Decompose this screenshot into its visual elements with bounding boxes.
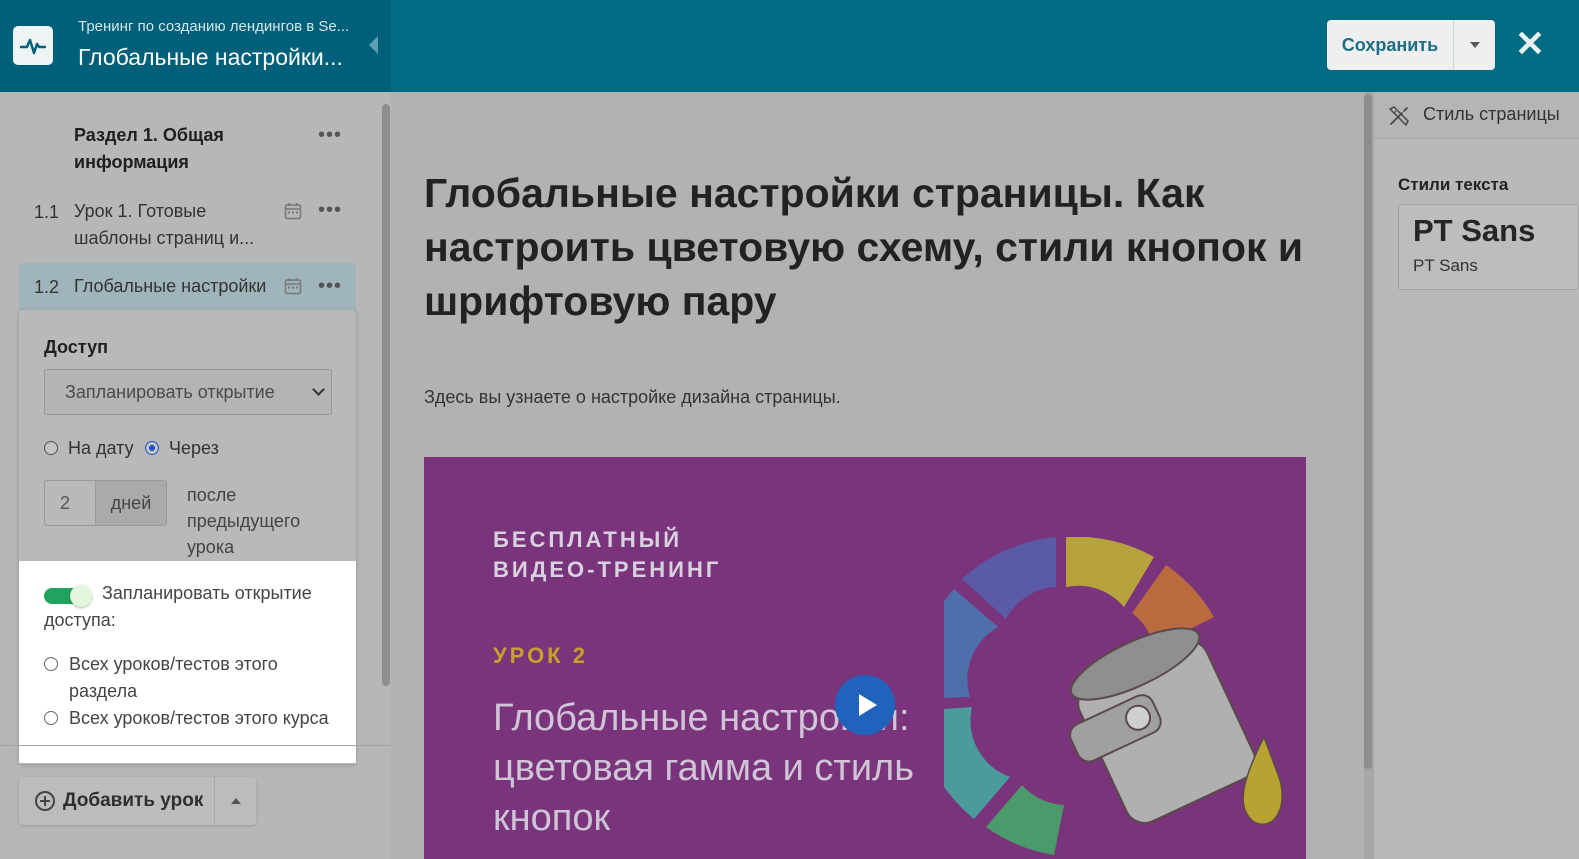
video-player[interactable]: БЕСПЛАТНЫЙ ВИДЕО-ТРЕНИНГ УРОК 2 Глобальн… — [424, 457, 1306, 859]
lesson-item-label: Глобальные настройки — [74, 276, 267, 296]
video-badge-line1: БЕСПЛАТНЫЙ — [493, 527, 683, 552]
lesson-title[interactable]: Глобальные настройки... — [78, 44, 343, 71]
editor-scrollbar[interactable] — [1364, 94, 1372, 769]
color-wheel-illustration — [944, 537, 1283, 855]
app-logo-icon[interactable] — [13, 26, 53, 65]
radio-course-lessons-label: Всех уроков/тестов этого курса — [69, 708, 329, 728]
tab-page-style-label: Стиль страницы — [1423, 104, 1560, 124]
font-body-name: PT Sans — [1413, 256, 1478, 275]
chevron-down-icon — [312, 383, 325, 396]
play-icon — [858, 694, 877, 716]
lesson-item-1-1[interactable]: Урок 1. Готовые шаблоны страниц и... — [74, 198, 274, 252]
lesson-number: 1.2 — [34, 277, 60, 297]
add-lesson-label: Добавить урок — [63, 790, 204, 811]
days-input[interactable]: 2 — [45, 481, 96, 525]
access-label: Доступ — [44, 337, 108, 357]
access-select-value: Запланировать открытие — [65, 381, 275, 402]
caret-up-icon — [230, 798, 241, 804]
radio-on-date[interactable] — [44, 441, 58, 455]
add-options-button[interactable] — [215, 777, 256, 825]
radio-course-lessons[interactable] — [44, 711, 58, 725]
font-pair-card[interactable]: PT Sans PT Sans — [1398, 204, 1579, 290]
schedule-access-label: Запланировать открытие доступа: — [44, 583, 312, 630]
calendar-icon[interactable] — [284, 277, 302, 295]
days-unit-label: дней — [96, 481, 166, 525]
add-lesson-button[interactable]: Добавить урок — [19, 777, 215, 825]
lesson-editor: Глобальные настройки страницы. Как настр… — [391, 92, 1364, 859]
calendar-icon[interactable] — [284, 202, 302, 220]
sidebar-divider — [0, 745, 391, 746]
caret-down-icon — [1469, 42, 1480, 48]
text-styles-heading: Стили текста — [1398, 175, 1509, 194]
after-previous-text: после предыдущего урока — [187, 485, 301, 557]
access-select[interactable]: Запланировать открытие — [44, 369, 332, 415]
page-description[interactable]: Здесь вы узнаете о настройке дизайна стр… — [424, 387, 841, 408]
lesson-menu-icon[interactable]: ••• — [318, 200, 342, 220]
video-badge: БЕСПЛАТНЫЙ ВИДЕО-ТРЕНИНГ — [493, 525, 721, 585]
course-title[interactable]: Тренинг по созданию лендингов в Se... — [78, 18, 349, 35]
radio-after-label: Через — [169, 438, 219, 458]
collapse-sidebar-icon[interactable] — [369, 36, 378, 54]
section-title[interactable]: Раздел 1. Общая информация — [74, 122, 284, 176]
radio-after[interactable] — [145, 441, 159, 455]
radio-on-date-label: На дату — [68, 438, 134, 458]
radio-section-lessons-label: Всех уроков/тестов этого раздела — [69, 654, 278, 701]
video-lesson-label: УРОК 2 — [493, 643, 588, 668]
plus-circle-icon — [35, 791, 55, 811]
close-icon[interactable]: ✕ — [1512, 26, 1548, 62]
days-input-group: 2 дней — [44, 480, 167, 526]
brush-ruler-icon — [1388, 106, 1409, 127]
page-title[interactable]: Глобальные настройки страницы. Как настр… — [424, 166, 1304, 328]
radio-section-lessons[interactable] — [44, 657, 58, 671]
save-button[interactable]: Сохранить — [1327, 20, 1454, 70]
save-options-button[interactable] — [1454, 20, 1495, 70]
lesson-number: 1.1 — [34, 202, 60, 222]
font-heading-name: PT Sans — [1413, 213, 1536, 248]
lesson-menu-icon[interactable]: ••• — [318, 276, 342, 296]
play-button[interactable] — [835, 675, 895, 735]
save-button-group: Сохранить — [1327, 20, 1495, 70]
sidebar-scrollbar[interactable] — [382, 104, 390, 686]
video-badge-line2: ВИДЕО-ТРЕНИНГ — [493, 557, 722, 582]
add-lesson-group: Добавить урок — [19, 777, 256, 825]
section-menu-icon[interactable]: ••• — [318, 125, 342, 145]
